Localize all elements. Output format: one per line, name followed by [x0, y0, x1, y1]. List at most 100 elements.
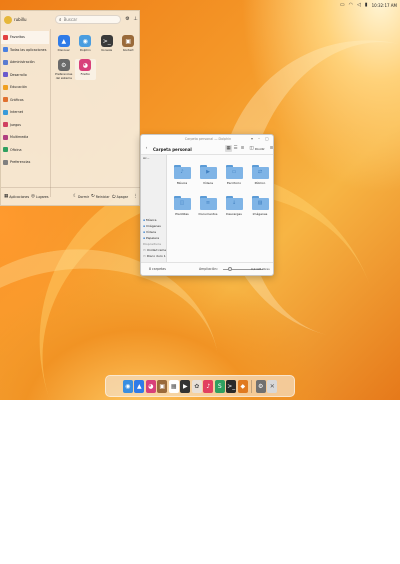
configure-icon[interactable]: ⚙ — [124, 16, 131, 23]
category-item[interactable]: Oficina — [1, 144, 49, 157]
category-item[interactable]: Desarrollo — [1, 69, 49, 82]
category-icon — [3, 147, 8, 153]
category-item[interactable]: Internet — [1, 106, 49, 119]
device-item[interactable]: ▭Disco duro 1... — [141, 253, 166, 259]
search-input[interactable] — [63, 17, 120, 22]
details-view-icon[interactable]: ≡ — [239, 145, 246, 152]
app-name: Preferencias del sistema — [55, 72, 73, 80]
category-item[interactable]: Educación — [1, 81, 49, 94]
location-bar[interactable]: Carpeta personal — [153, 147, 192, 152]
category-item[interactable]: Gráficos — [1, 94, 49, 107]
dock-kontact-icon[interactable]: ▣ — [157, 379, 168, 393]
folder-name: Vídeos — [202, 181, 214, 185]
wifi-icon[interactable]: ◠ — [349, 2, 353, 8]
avatar[interactable] — [4, 16, 12, 24]
folder-emblem-icon: ↓ — [231, 200, 237, 206]
restart-label: Reiniciar — [95, 194, 110, 199]
drive-icon: ▭ — [143, 248, 146, 252]
category-icon — [3, 109, 8, 115]
folder-name: Documentos — [198, 212, 218, 216]
dock-konsole-icon[interactable]: >_ — [226, 379, 237, 393]
category-icon — [3, 59, 8, 65]
dock-settings-icon[interactable]: ⚙ — [255, 379, 266, 393]
dock-software-icon[interactable]: ◆ — [237, 379, 248, 393]
clock[interactable]: 10:32:17 AM — [372, 3, 397, 8]
folder-emblem-icon: ♪ — [180, 169, 184, 175]
back-icon[interactable]: ‹ — [143, 145, 150, 152]
folder-emblem-icon: ⇄ — [257, 169, 263, 175]
moon-icon: ☾ — [73, 194, 78, 199]
file-manager-window: Carpeta personal — Dolphin ▾ – ▢ ‹ Carpe… — [140, 134, 274, 276]
launcher-footer: ▦ Aplicaciones ◎ Lugares ☾ Dormir ↻ Rein… — [1, 187, 141, 205]
dock-photos-icon[interactable]: ✿ — [191, 379, 202, 393]
folder-emblem-icon: ◫ — [179, 200, 185, 206]
zoom-slider-handle[interactable] — [228, 267, 233, 271]
restart-button[interactable]: ↻ Reiniciar — [91, 194, 110, 199]
app-name: Dolphin — [79, 48, 91, 52]
app-tile[interactable]: ▣ Kontact — [118, 35, 140, 52]
places-tab[interactable]: ◎ Lugares — [31, 194, 49, 199]
category-label: Internet — [10, 110, 24, 115]
category-item[interactable]: Juegos — [1, 119, 49, 132]
folder-emblem-icon: ▶ — [206, 169, 210, 175]
app-tile[interactable]: ◕ Firefox — [74, 59, 96, 81]
folder-emblem-icon: ≡ — [205, 200, 211, 206]
shutdown-button[interactable]: ⏻ Apagar — [112, 194, 128, 200]
app-grid: ▲ Discover ◉ Dolphin >_ Konsole ▣ Kontact ⚙ Prefe… — [53, 35, 140, 81]
battery-icon[interactable]: ▮ — [365, 2, 368, 8]
drive-icon: ▭ — [143, 254, 146, 258]
dock-calendar-icon[interactable]: ▦ — [168, 379, 179, 393]
dock-dolphin-icon[interactable]: ◉ — [122, 379, 133, 393]
dock-video-icon[interactable]: ▶ — [180, 379, 191, 393]
divider — [50, 29, 51, 197]
places-icon: ◎ — [31, 194, 35, 199]
app-tile[interactable]: ▲ Discover — [53, 35, 75, 52]
compact-view-icon[interactable]: ☰ — [232, 145, 239, 152]
pin-icon[interactable]: ⊥ — [132, 16, 139, 23]
app-tile[interactable]: ◉ Dolphin — [75, 35, 97, 52]
maximize-icon[interactable]: ▢ — [265, 137, 269, 141]
folder-item[interactable]: ▭ Escritorio — [221, 165, 247, 185]
dock-trash-icon[interactable]: ✕ — [267, 379, 278, 393]
folder-item[interactable]: ≡ Documentos — [195, 196, 221, 216]
more-icon[interactable]: ⋮ — [133, 194, 138, 199]
dock-music-icon[interactable]: ♪ — [203, 379, 214, 393]
folder-item[interactable]: ▨ Imágenes — [247, 196, 273, 216]
app-tile[interactable]: >_ Konsole — [96, 35, 118, 52]
category-item[interactable]: Favoritos — [1, 31, 49, 44]
folder-name: Música — [176, 181, 188, 185]
status-bar: 8 carpetas Ampliación: 0,9 GiB libres — [141, 262, 273, 275]
restart-icon: ↻ — [91, 194, 95, 199]
dock-office-icon[interactable]: S — [214, 379, 225, 393]
dock-discover-icon[interactable]: ▲ — [134, 379, 145, 393]
category-item[interactable]: Preferencias — [1, 156, 49, 169]
volume-icon[interactable]: ◁ — [357, 2, 361, 8]
icon-view-icon[interactable]: ▦ — [225, 145, 232, 152]
screen-icon[interactable]: ▭ — [340, 2, 345, 8]
power-icon: ⏻ — [112, 194, 116, 200]
menu-icon[interactable]: ▾ — [251, 137, 253, 141]
minimize-icon[interactable]: – — [258, 137, 260, 141]
app-name: Firefox — [80, 72, 90, 77]
split-button[interactable]: Dividir — [255, 147, 265, 151]
sidebar-devices: ▭Unidad reme...▭Disco duro 1... — [141, 247, 166, 259]
dock-firefox-icon[interactable]: ◕ — [145, 379, 156, 393]
category-label: Educación — [10, 85, 27, 90]
category-item[interactable]: Multimedia — [1, 131, 49, 144]
folder-item[interactable]: ▶ Vídeos — [195, 165, 221, 185]
sleep-button[interactable]: ☾ Dormir — [73, 194, 89, 199]
dock-separator — [251, 379, 253, 393]
category-item[interactable]: Todas las aplicaciones — [1, 44, 49, 57]
app-tile[interactable]: ⚙ Preferencias del sistema — [53, 59, 75, 80]
category-item[interactable]: Administración — [1, 56, 49, 69]
search-field[interactable]: ⌕ — [55, 15, 121, 24]
category-icon — [3, 34, 8, 40]
folder-item[interactable]: ↓ Descargas — [221, 196, 247, 216]
folder-item[interactable]: ◫ Plantillas — [169, 196, 195, 216]
settings-icon: ⚙ — [57, 59, 70, 72]
folder-item[interactable]: ⇄ Público — [247, 165, 273, 185]
folder-item[interactable]: ♪ Música — [169, 165, 195, 185]
hamburger-menu-icon[interactable]: ≡ — [268, 145, 273, 152]
applications-tab[interactable]: ▦ Aplicaciones — [4, 194, 29, 199]
split-icon[interactable]: ◫ — [248, 145, 255, 152]
